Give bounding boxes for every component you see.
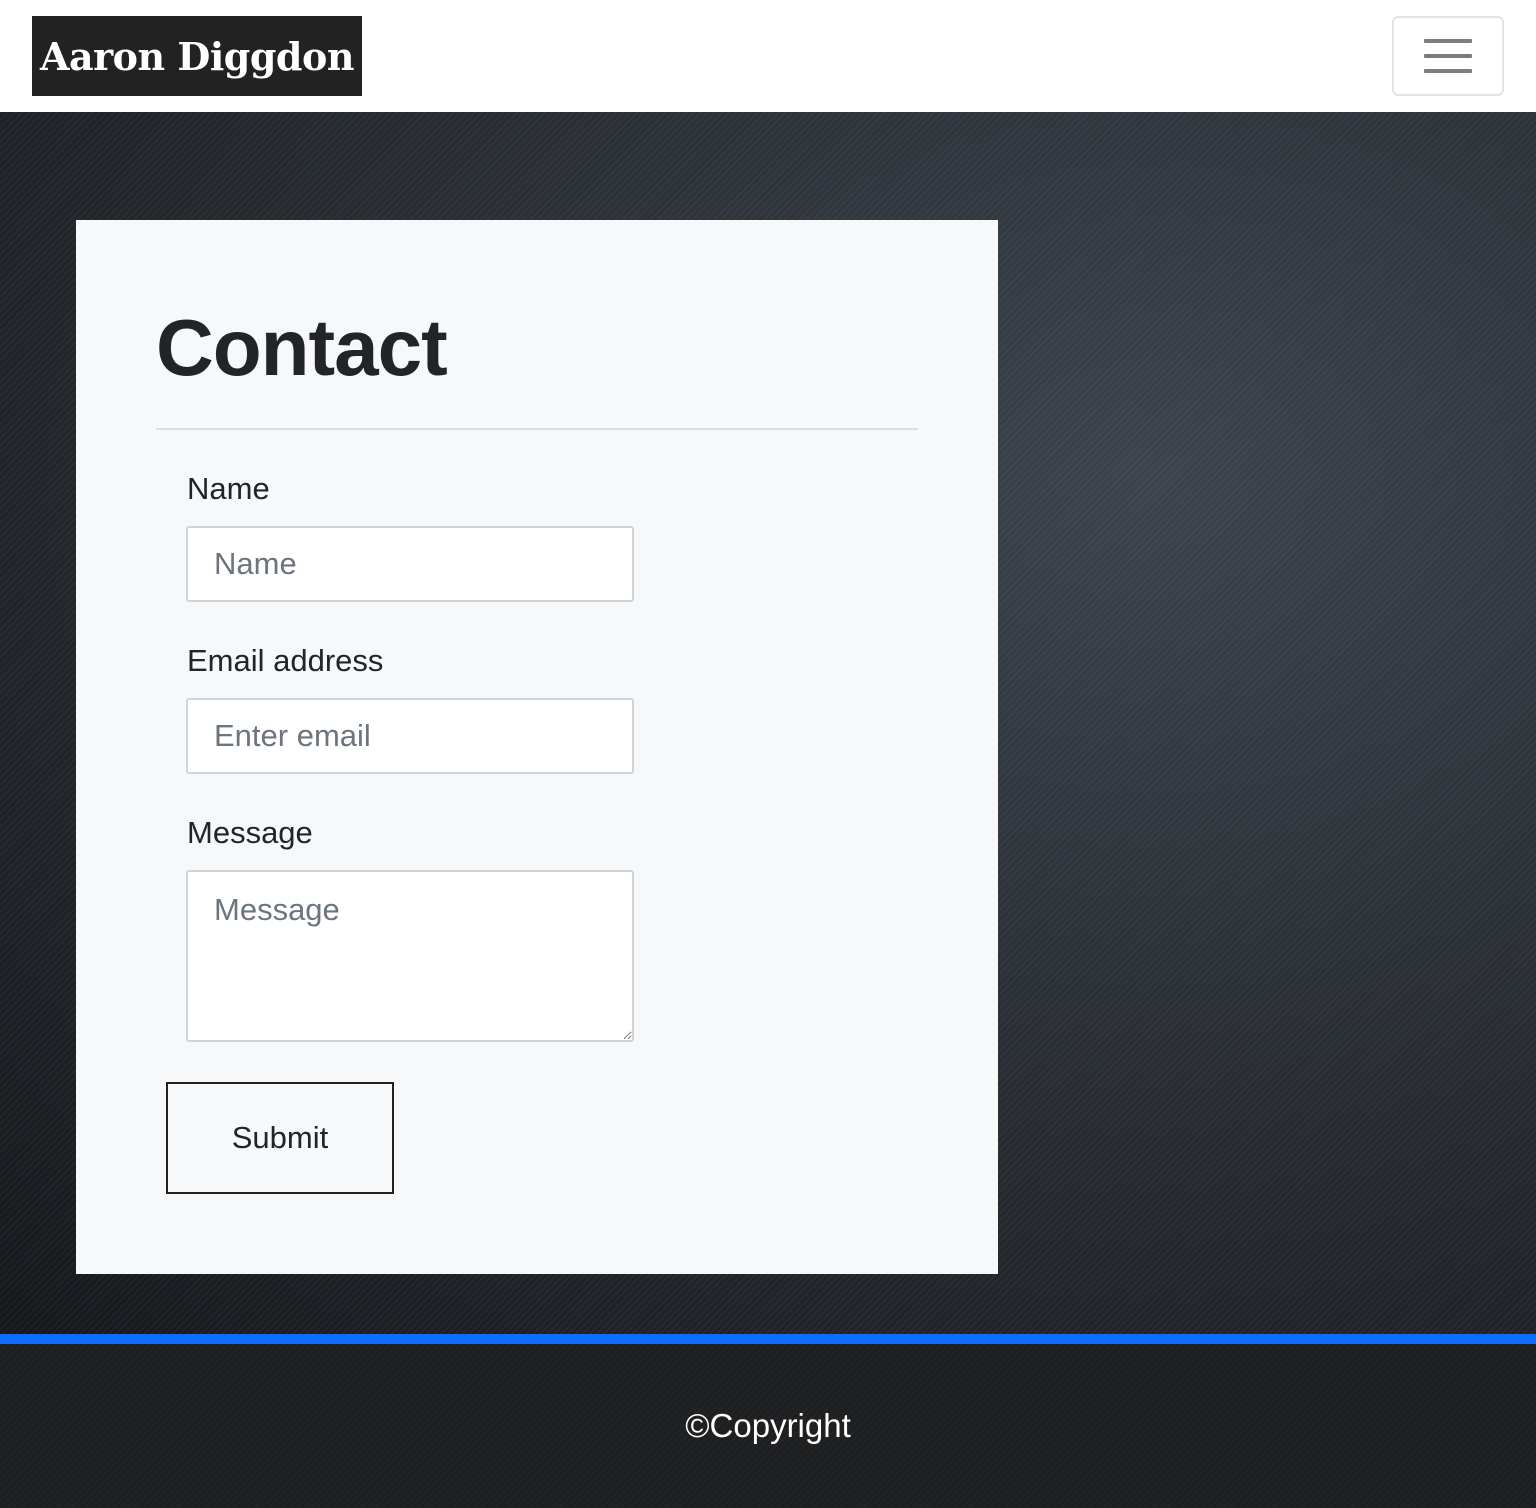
footer-accent-bar (0, 1334, 1536, 1344)
hamburger-menu-icon-line (1424, 69, 1472, 73)
navbar-toggle-button[interactable] (1392, 16, 1504, 96)
brand-logo-link[interactable]: Aaron Diggdon (32, 16, 362, 96)
message-label: Message (187, 815, 313, 850)
footer: ©Copyright (0, 1344, 1536, 1508)
email-input[interactable] (186, 698, 634, 774)
submit-button[interactable]: Submit (166, 1082, 394, 1194)
navbar: Aaron Diggdon (0, 0, 1536, 112)
page-title: Contact (156, 303, 448, 392)
copyright-text: ©Copyright (685, 1407, 851, 1444)
email-label: Email address (187, 643, 384, 678)
message-textarea[interactable] (186, 870, 634, 1042)
contact-card: Contact Name Email address Message Submi… (76, 220, 998, 1274)
divider (156, 428, 918, 430)
hamburger-menu-icon-line (1424, 54, 1472, 58)
name-input[interactable] (186, 526, 634, 602)
hamburger-menu-icon (1424, 39, 1472, 43)
name-label: Name (187, 471, 270, 506)
